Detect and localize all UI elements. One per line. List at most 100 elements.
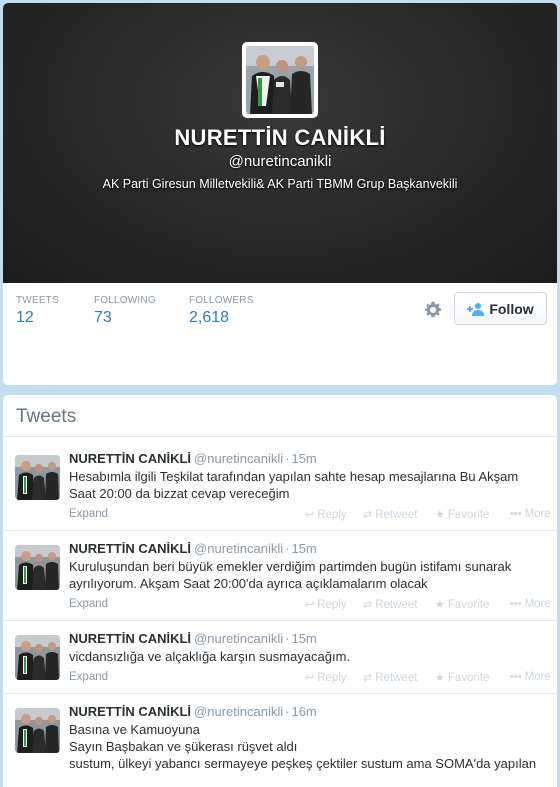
more-action[interactable]: ••• More [510, 671, 551, 683]
follow-label: Follow [489, 300, 534, 317]
tweet-author-name[interactable]: NURETTİN CANİKLİ [69, 451, 191, 466]
profile-header: NURETTİN CANİKLİ @nuretincanikli AK Part… [3, 3, 557, 283]
reply-action[interactable]: ↩ Reply [305, 598, 347, 611]
tweet-header: NURETTİN CANİKLİ @nuretincanikli · 16m [69, 704, 317, 719]
tweet-avatar[interactable] [15, 545, 60, 590]
reply-icon: ↩ [305, 509, 315, 521]
star-icon: ★ [435, 509, 445, 521]
reply-label: Reply [317, 599, 347, 611]
star-icon: ★ [435, 672, 445, 684]
retweet-label: Retweet [375, 509, 418, 521]
tweet[interactable]: NURETTİN CANİKLİ @nuretincanikli · 16m Basın… [3, 694, 557, 787]
profile-photo-icon [15, 455, 60, 500]
more-label: More [524, 508, 551, 520]
retweet-action[interactable]: ⇄ Retweet [363, 508, 417, 521]
profile-avatar[interactable] [242, 42, 318, 118]
tweet-avatar[interactable] [15, 455, 60, 500]
reply-action[interactable]: ↩ Reply [305, 508, 347, 521]
profile-card: NURETTİN CANİKLİ @nuretincanikli AK Part… [3, 3, 557, 385]
tweet-author-handle[interactable]: @nuretincanikli [194, 631, 283, 646]
more-action[interactable]: ••• More [510, 598, 551, 610]
profile-photo-icon [15, 708, 60, 753]
reply-label: Reply [317, 672, 347, 684]
expand-link[interactable]: Expand [69, 508, 108, 520]
tweet-text-line: ayrılıyorum. Akşam Saat 20:00'da ayrıca … [69, 576, 428, 591]
more-icon: ••• [510, 508, 522, 520]
tweets-title: Tweets [16, 406, 77, 427]
tweet-text: Hesabımla ilgili Teşkilat tarafından yap… [69, 468, 549, 502]
favorite-action[interactable]: ★ Favorite [435, 598, 489, 611]
more-action[interactable]: ••• More [510, 508, 551, 520]
profile-photo-icon [246, 46, 314, 114]
tweets-card: Tweets NURETTİN CANİKLİ @nuretincanikli · 1… [3, 395, 557, 787]
favorite-label: Favorite [447, 509, 490, 521]
tweet[interactable]: NURETTİN CANİKLİ @nuretincanikli · 15m vicda… [3, 621, 557, 694]
profile-handle[interactable]: @nuretincanikli [3, 153, 557, 170]
reply-action[interactable]: ↩ Reply [305, 671, 347, 684]
tweet-text-line: sustum, ülkeyi yabancı sermayeye peşkeş … [69, 756, 537, 771]
separator: · [285, 631, 290, 646]
tweet-author-handle[interactable]: @nuretincanikli [194, 541, 283, 556]
favorite-action[interactable]: ★ Favorite [435, 508, 489, 521]
tweet-text: Basına ve Kamuoyuna Sayın Başbakan ve şük… [69, 721, 549, 772]
tweet-author-handle[interactable]: @nuretincanikli [194, 704, 283, 719]
favorite-label: Favorite [447, 599, 490, 611]
stat-following[interactable]: FOLLOWING 73 [94, 295, 156, 327]
gear-icon[interactable] [423, 300, 443, 320]
stat-tweets[interactable]: TWEETS 12 [16, 295, 59, 327]
profile-name: NURETTİN CANİKLİ [174, 125, 386, 150]
reply-icon: ↩ [305, 599, 315, 611]
tweet[interactable]: NURETTİN CANİKLİ @nuretincanikli · 15m Kurul… [3, 531, 557, 621]
tweet-author-name[interactable]: NURETTİN CANİKLİ [69, 631, 191, 646]
tweet-timestamp[interactable]: 15m [291, 451, 316, 466]
tweet-text-line: Saat 20:00 da bizzat cevap vereceğim [69, 486, 290, 501]
tweet-text-line: vicdansızlığa ve alçaklığa karşın susmay… [69, 649, 351, 664]
tweet-timestamp[interactable]: 16m [291, 704, 316, 719]
tweet-author-name[interactable]: NURETTİN CANİKLİ [69, 704, 191, 719]
stat-value: 12 [16, 309, 34, 326]
reply-icon: ↩ [305, 672, 315, 684]
more-icon: ••• [510, 598, 522, 610]
tweet-author-handle[interactable]: @nuretincanikli [194, 451, 283, 466]
tweet-header: NURETTİN CANİKLİ @nuretincanikli · 15m [69, 451, 317, 466]
tweet-avatar[interactable] [15, 635, 60, 680]
tweet-author-name[interactable]: NURETTİN CANİKLİ [69, 541, 191, 556]
stat-label: FOLLOWERS [189, 295, 254, 306]
reply-label: Reply [317, 509, 347, 521]
profile-photo-icon [15, 545, 60, 590]
retweet-label: Retweet [375, 599, 418, 611]
tweet[interactable]: NURETTİN CANİKLİ @nuretincanikli · 15m Hesab… [3, 441, 557, 531]
tweets-header: Tweets [3, 395, 557, 437]
retweet-action[interactable]: ⇄ Retweet [363, 598, 417, 611]
retweet-icon: ⇄ [363, 672, 373, 684]
follow-button[interactable]: Follow [454, 292, 547, 325]
retweet-label: Retweet [375, 672, 418, 684]
retweet-icon: ⇄ [363, 599, 373, 611]
expand-link[interactable]: Expand [69, 671, 108, 683]
retweet-action[interactable]: ⇄ Retweet [363, 671, 417, 684]
separator: · [285, 704, 290, 719]
add-user-icon [467, 302, 485, 316]
tweet-timestamp[interactable]: 15m [291, 541, 316, 556]
star-icon: ★ [435, 599, 445, 611]
tweet-text-line: Sayın Başbakan ve şükerası rüşvet aldı [69, 739, 298, 754]
stat-followers[interactable]: FOLLOWERS 2,618 [189, 295, 254, 327]
separator: · [285, 541, 290, 556]
tweet-text-line: Hesabımla ilgili Teşkilat tarafından yap… [69, 469, 519, 484]
tweet-timestamp[interactable]: 15m [291, 631, 316, 646]
more-icon: ••• [510, 671, 522, 683]
expand-link[interactable]: Expand [69, 598, 108, 610]
tweet-text-line: Kuruluşundan beri büyük emekler verdiğim… [69, 559, 512, 574]
favorite-action[interactable]: ★ Favorite [435, 671, 489, 684]
tweet-header: NURETTİN CANİKLİ @nuretincanikli · 15m [69, 541, 317, 556]
tweet-text: Kuruluşundan beri büyük emekler verdiğim… [69, 558, 549, 592]
stat-label: FOLLOWING [94, 295, 156, 306]
tweet-avatar[interactable] [15, 708, 60, 753]
profile-bio: AK Parti Giresun Milletvekili& AK Parti … [102, 177, 458, 191]
favorite-label: Favorite [447, 672, 490, 684]
stat-label: TWEETS [16, 295, 59, 306]
tweet-text: vicdansızlığa ve alçaklığa karşın susmay… [69, 648, 549, 665]
tweet-text-line: Basına ve Kamuoyuna [69, 722, 200, 737]
profile-photo-icon [15, 635, 60, 680]
stat-value: 2,618 [189, 309, 230, 326]
